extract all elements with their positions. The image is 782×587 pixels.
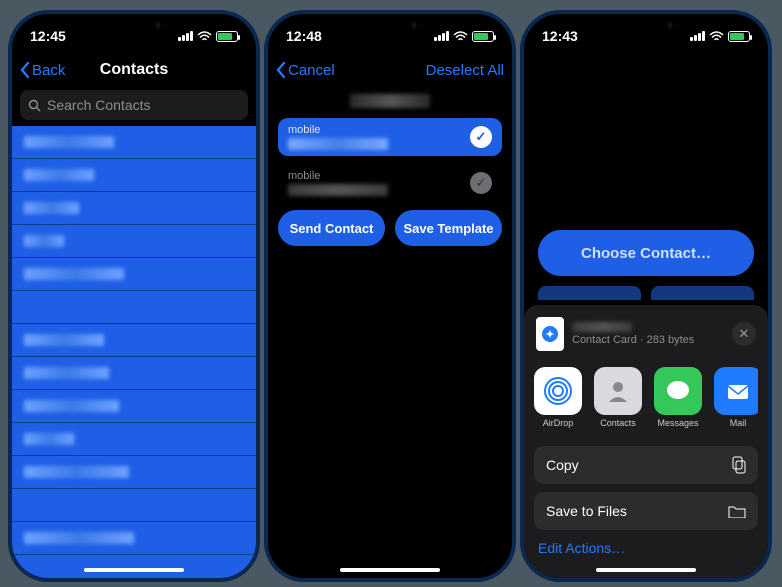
contact-row[interactable] xyxy=(12,291,256,324)
sheet-title-redacted xyxy=(572,322,632,332)
copy-action[interactable]: Copy xyxy=(534,446,758,484)
deselect-all-button[interactable]: Deselect All xyxy=(426,62,504,79)
cancel-button[interactable]: Cancel xyxy=(276,62,335,79)
search-placeholder: Search Contacts xyxy=(47,97,151,113)
battery-icon xyxy=(728,31,750,42)
share-app-row[interactable]: AirDrop Contacts Messages Mail xyxy=(534,361,758,438)
notch xyxy=(345,14,435,36)
notch xyxy=(89,14,179,36)
contact-name-redacted xyxy=(24,136,114,148)
check-circle-icon[interactable] xyxy=(470,172,492,194)
close-icon[interactable]: ✕ xyxy=(732,322,756,346)
phone-entry-selected[interactable]: mobile xyxy=(278,118,502,156)
mail-icon xyxy=(714,367,758,415)
nav-bar: Cancel Deselect All xyxy=(268,50,512,90)
phone-entry-unselected[interactable]: mobile xyxy=(278,164,502,202)
wifi-icon xyxy=(709,31,724,42)
page-title: Contacts xyxy=(12,61,256,79)
share-mail[interactable]: Mail xyxy=(714,367,758,428)
signal-icon xyxy=(178,31,193,41)
check-circle-icon[interactable] xyxy=(470,126,492,148)
airdrop-icon xyxy=(534,367,582,415)
save-to-files-action[interactable]: Save to Files xyxy=(534,492,758,530)
contact-name-redacted xyxy=(24,235,64,247)
home-indicator[interactable] xyxy=(340,568,440,572)
notch xyxy=(601,14,691,36)
entry-type-label: mobile xyxy=(288,170,462,182)
contact-name-redacted xyxy=(350,94,430,108)
signal-icon xyxy=(434,31,449,41)
chevron-left-icon xyxy=(276,62,286,78)
search-input[interactable]: Search Contacts xyxy=(20,90,248,120)
phone-share-sheet: 12:43 Choose Contact… ✦ Contact Card · 2… xyxy=(520,10,772,582)
phone-send-contact: 12:48 Cancel Deselect All mobile mobile xyxy=(264,10,516,582)
status-time: 12:43 xyxy=(542,28,578,44)
contact-row[interactable] xyxy=(12,456,256,489)
contact-name-redacted xyxy=(24,169,94,181)
phone-number-redacted xyxy=(288,184,388,196)
contact-row[interactable] xyxy=(12,357,256,390)
contact-row[interactable] xyxy=(12,258,256,291)
cancel-label: Cancel xyxy=(288,62,335,79)
wifi-icon xyxy=(197,31,212,42)
entry-type-label: mobile xyxy=(288,124,462,136)
search-icon xyxy=(28,99,41,112)
status-time: 12:48 xyxy=(286,28,322,44)
battery-icon xyxy=(472,31,494,42)
contact-card-icon: ✦ xyxy=(536,317,564,351)
share-messages[interactable]: Messages xyxy=(654,367,702,428)
contact-name-redacted xyxy=(24,466,129,478)
contact-name-redacted xyxy=(24,532,134,544)
home-indicator[interactable] xyxy=(596,568,696,572)
phone-contacts: 12:45 Back Contacts Search Contacts xyxy=(8,10,260,582)
share-sheet: ✦ Contact Card · 283 bytes ✕ AirDrop Con… xyxy=(524,305,768,578)
contact-row[interactable] xyxy=(12,159,256,192)
contact-row[interactable] xyxy=(12,324,256,357)
send-contact-button[interactable]: Send Contact xyxy=(278,210,385,246)
contact-name-redacted xyxy=(24,202,79,214)
tab-stubs xyxy=(538,286,754,300)
save-files-label: Save to Files xyxy=(546,503,627,519)
signal-icon xyxy=(690,31,705,41)
messages-icon xyxy=(654,367,702,415)
contacts-list[interactable] xyxy=(12,126,256,582)
status-time: 12:45 xyxy=(30,28,66,44)
nav-bar: Back Contacts xyxy=(12,50,256,90)
contact-name-redacted xyxy=(24,433,74,445)
folder-icon xyxy=(728,504,746,518)
contact-name-redacted xyxy=(24,334,104,346)
contact-row[interactable] xyxy=(12,126,256,159)
contacts-icon xyxy=(594,367,642,415)
contact-row[interactable] xyxy=(12,225,256,258)
edit-actions-button[interactable]: Edit Actions… xyxy=(534,540,758,556)
home-indicator[interactable] xyxy=(84,568,184,572)
contact-row[interactable] xyxy=(12,423,256,456)
contact-row[interactable] xyxy=(12,489,256,522)
contact-row[interactable] xyxy=(12,522,256,555)
wifi-icon xyxy=(453,31,468,42)
copy-icon xyxy=(730,456,746,474)
contact-row[interactable] xyxy=(12,192,256,225)
contact-name-redacted xyxy=(24,400,119,412)
copy-label: Copy xyxy=(546,457,579,473)
contact-row[interactable] xyxy=(12,390,256,423)
contact-name-redacted xyxy=(24,268,124,280)
phone-number-redacted xyxy=(288,138,388,150)
contact-name-redacted xyxy=(24,367,109,379)
battery-icon xyxy=(216,31,238,42)
share-airdrop[interactable]: AirDrop xyxy=(534,367,582,428)
sheet-subtitle: Contact Card · 283 bytes xyxy=(572,334,694,346)
choose-contact-button[interactable]: Choose Contact… xyxy=(538,230,754,276)
share-contacts[interactable]: Contacts xyxy=(594,367,642,428)
save-template-button[interactable]: Save Template xyxy=(395,210,502,246)
